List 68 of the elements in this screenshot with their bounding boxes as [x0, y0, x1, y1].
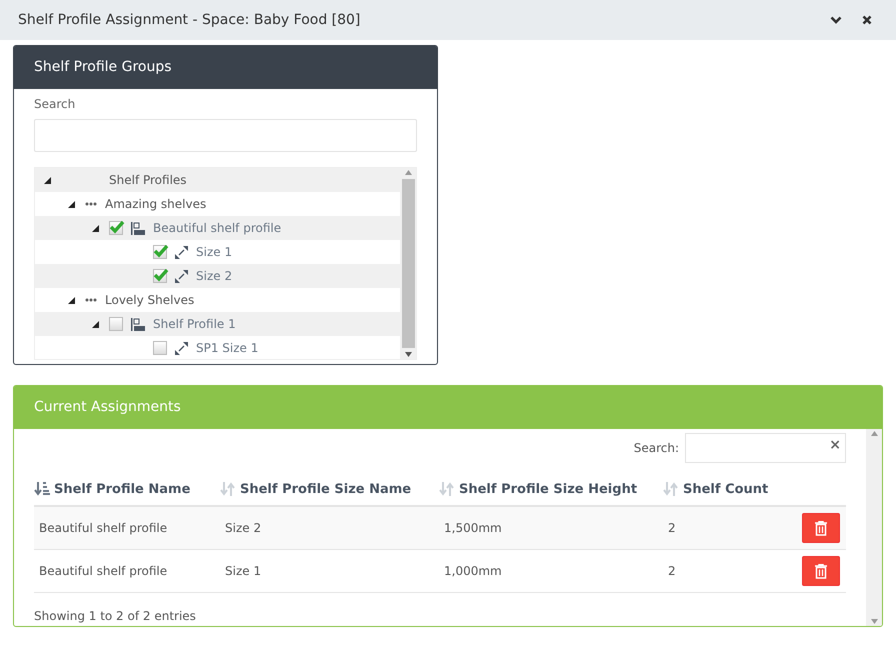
scrollbar[interactable] — [866, 429, 882, 626]
expanded-icon[interactable] — [68, 296, 74, 304]
column-header[interactable]: Shelf Profile Name — [34, 480, 220, 499]
scrollbar[interactable] — [400, 168, 416, 359]
sort-icon — [663, 482, 679, 496]
close-icon — [862, 15, 872, 25]
table-cell-text: 2 — [667, 520, 677, 537]
scroll-up-icon[interactable] — [404, 168, 412, 177]
ellipsis-icon — [85, 298, 97, 302]
search-label: Search: — [634, 440, 679, 457]
tree-label: Amazing shelves — [105, 196, 206, 213]
checkbox[interactable] — [153, 341, 167, 355]
column-header[interactable]: Shelf Profile Size Height — [439, 480, 663, 499]
expanded-icon[interactable] — [68, 200, 74, 208]
tree-item[interactable]: Shelf Profile 1 — [35, 312, 400, 336]
chevron-down-icon — [830, 15, 842, 25]
window-title: Shelf Profile Assignment - Space: Baby Food [80] — [18, 10, 360, 30]
panel-title: Shelf Profile Groups — [34, 58, 172, 77]
tree-label: Size 1 — [196, 244, 232, 261]
checkbox[interactable] — [153, 269, 167, 283]
sort-icon — [220, 482, 236, 496]
tree-item[interactable]: Size 1 — [35, 240, 400, 264]
checkbox[interactable] — [109, 221, 123, 235]
tree-label: Lovely Shelves — [105, 292, 194, 309]
table-cell-text: Size 2 — [224, 520, 262, 537]
tree-item[interactable]: SP1 Size 1 — [35, 336, 400, 360]
scroll-down-icon[interactable] — [404, 350, 412, 359]
resize-icon — [175, 246, 188, 258]
resize-icon — [175, 270, 188, 282]
tree-label: SP1 Size 1 — [196, 340, 258, 357]
panel-title: Current Assignments — [34, 398, 181, 417]
search-label: Search — [33, 96, 76, 113]
ellipsis-icon — [85, 202, 97, 206]
sort-icon — [439, 482, 455, 496]
tree-item[interactable]: Shelf Profiles — [35, 168, 400, 192]
shelf-icon — [131, 318, 145, 330]
checkbox[interactable] — [153, 245, 167, 259]
tree-label: Beautiful shelf profile — [153, 220, 282, 237]
table-cell-text: 2 — [667, 563, 677, 580]
column-header[interactable]: Shelf Profile Size Name — [220, 480, 439, 499]
tree-label: Size 2 — [196, 268, 232, 285]
trash-icon — [815, 564, 827, 578]
delete-button[interactable] — [802, 556, 840, 586]
entries-info: Showing 1 to 2 of 2 entries — [34, 608, 197, 625]
clear-button[interactable]: × — [829, 438, 841, 452]
tree-label: Shelf Profile 1 — [153, 316, 236, 333]
tree-item[interactable]: Amazing shelves — [35, 192, 400, 216]
sort-icon — [34, 482, 50, 496]
checkbox[interactable] — [109, 317, 123, 331]
column-header[interactable]: Shelf Count — [663, 480, 793, 499]
table-cell-text: Beautiful shelf profile — [38, 563, 168, 580]
shelf-icon — [131, 222, 145, 234]
tree-label: Shelf Profiles — [109, 172, 187, 189]
table-cell-text: 1,500mm — [443, 520, 503, 537]
tree-item[interactable]: Size 2 — [35, 264, 400, 288]
table-cell-text: Beautiful shelf profile — [38, 520, 168, 537]
delete-button[interactable] — [802, 513, 840, 543]
trash-icon — [815, 520, 827, 536]
tree-item[interactable]: Beautiful shelf profile — [35, 216, 400, 240]
expanded-icon[interactable] — [44, 176, 50, 184]
search-field[interactable] — [34, 119, 417, 152]
table-cell-text: Size 1 — [224, 563, 262, 580]
resize-icon — [175, 342, 188, 354]
expanded-icon[interactable] — [92, 320, 98, 328]
expanded-icon[interactable] — [92, 224, 98, 232]
search-field[interactable]: × — [685, 433, 846, 463]
tree-item[interactable]: Lovely Shelves — [35, 288, 400, 312]
table-cell-text: 1,000mm — [443, 563, 503, 580]
